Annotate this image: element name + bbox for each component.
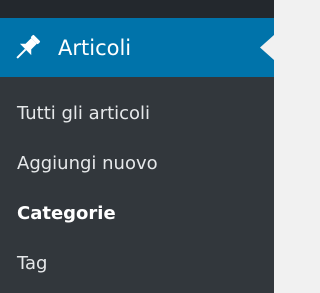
submenu-item-tags[interactable]: Tag <box>0 238 274 288</box>
menu-item-articoli[interactable]: Articoli <box>0 18 274 77</box>
pin-icon <box>10 31 44 65</box>
submenu: Tutti gli articoli Aggiungi nuovo Catego… <box>0 77 274 288</box>
previous-menu-area <box>0 0 274 18</box>
admin-sidebar: Articoli Tutti gli articoli Aggiungi nuo… <box>0 0 274 293</box>
menu-label: Articoli <box>58 35 132 60</box>
submenu-item-categories[interactable]: Categorie <box>0 188 274 238</box>
current-indicator-arrow <box>260 35 274 60</box>
submenu-item-all-posts[interactable]: Tutti gli articoli <box>0 88 274 138</box>
submenu-item-add-new[interactable]: Aggiungi nuovo <box>0 138 274 188</box>
